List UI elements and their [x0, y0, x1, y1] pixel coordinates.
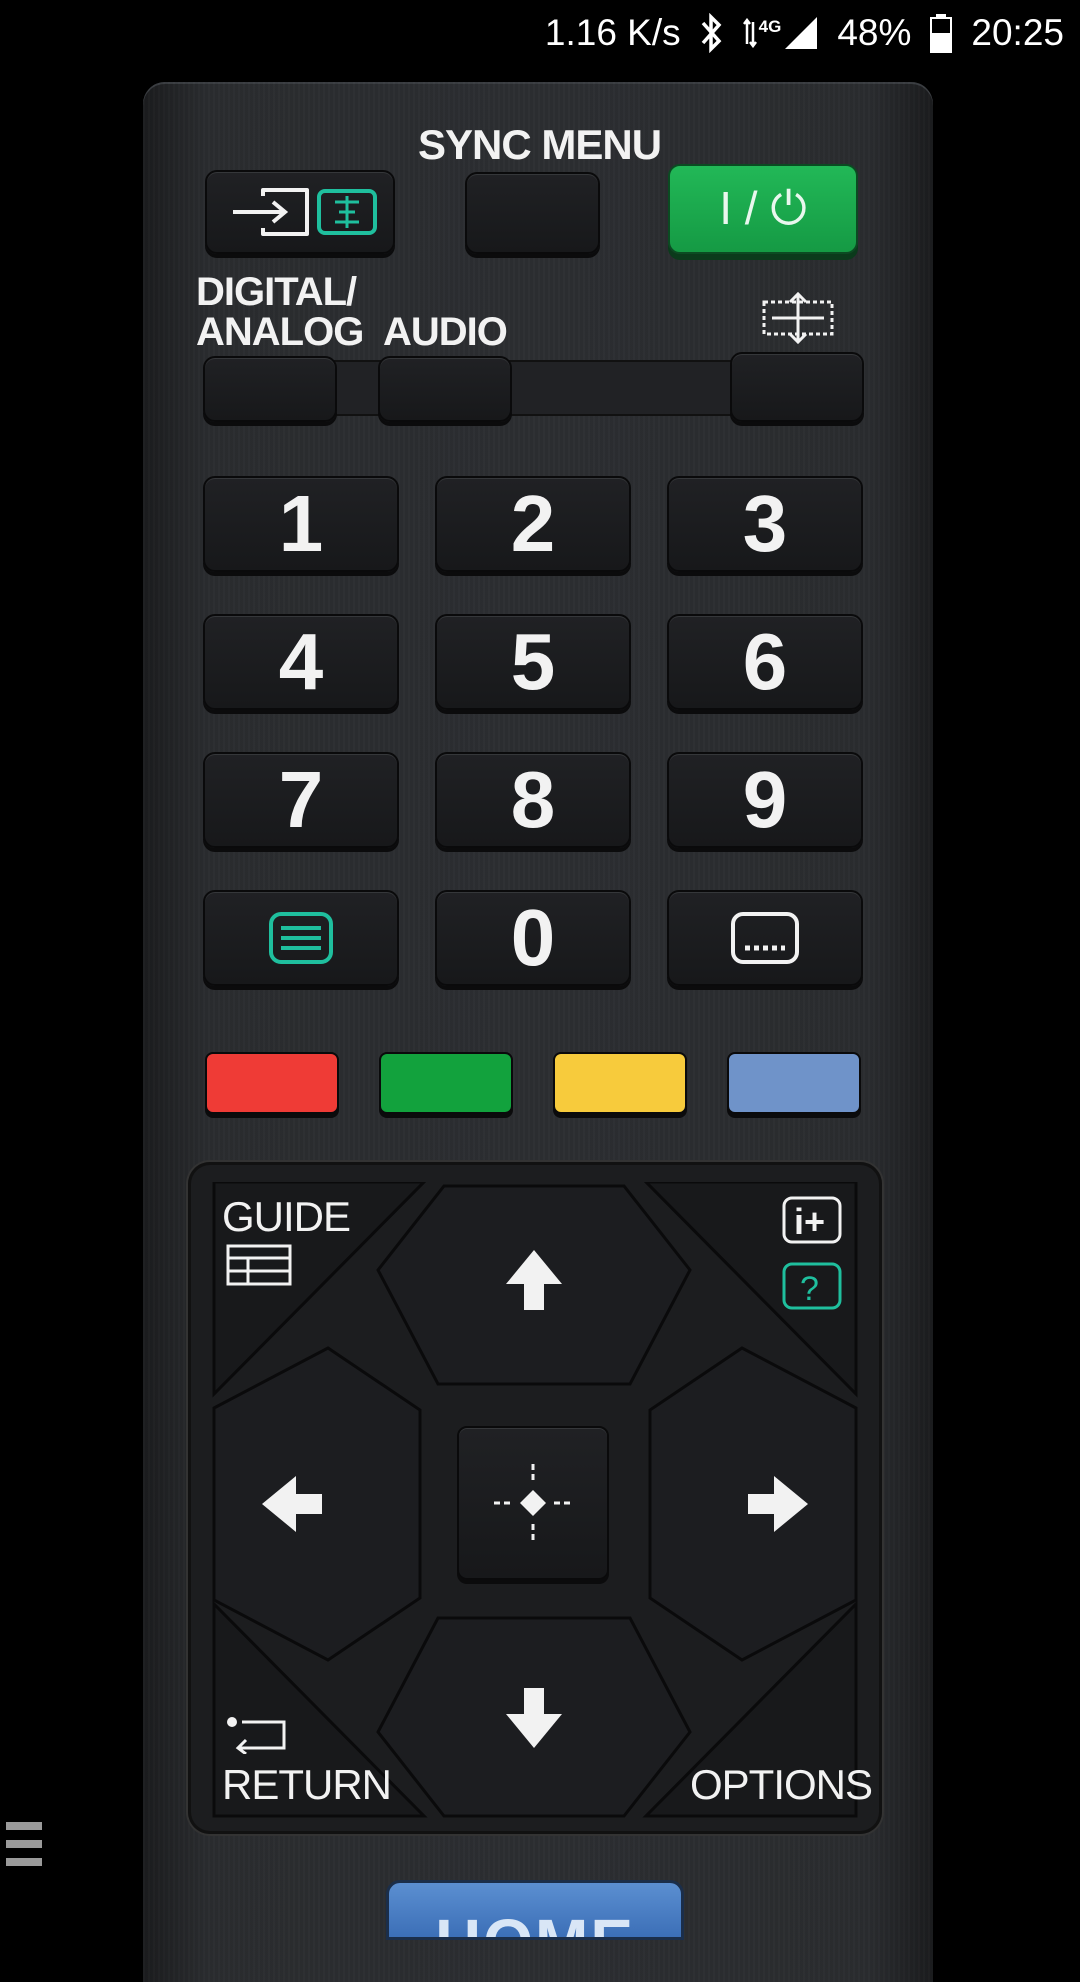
power-button[interactable]: I / ⏻: [668, 164, 858, 254]
sync-menu-button[interactable]: [465, 172, 600, 254]
svg-text:i+: i+: [794, 1201, 825, 1242]
return-label: RETURN: [222, 1761, 392, 1808]
teletext-icon: [269, 912, 333, 964]
green-button[interactable]: [379, 1052, 513, 1114]
yellow-button[interactable]: [553, 1052, 687, 1114]
signal-icon: 4G: [742, 15, 820, 51]
guide-icon: [226, 1244, 292, 1286]
subtitle-button[interactable]: [667, 890, 863, 986]
teletext-button[interactable]: [203, 890, 399, 986]
options-label: OPTIONS: [690, 1761, 873, 1808]
dpad-left-button[interactable]: [208, 1344, 428, 1664]
battery-percent: 48%: [837, 12, 912, 53]
audio-label: AUDIO: [383, 310, 508, 354]
clock: 20:25: [971, 12, 1064, 53]
dpad-center-button[interactable]: [457, 1426, 609, 1580]
bluetooth-icon: [699, 13, 725, 53]
number-button-9[interactable]: 9: [667, 752, 863, 848]
select-icon: [494, 1464, 572, 1542]
help-icon: ?: [782, 1262, 842, 1310]
status-bar: 1.16 K/s 4G 48% 20:25: [0, 0, 1080, 66]
blue-button[interactable]: [727, 1052, 861, 1114]
digital-analog-label-line2: ANALOG: [196, 310, 364, 354]
home-label: HOME: [435, 1905, 635, 1937]
side-menu-handle[interactable]: [6, 1822, 46, 1878]
wide-mode-button[interactable]: [730, 352, 864, 422]
number-button-7[interactable]: 7: [203, 752, 399, 848]
input-button[interactable]: [205, 170, 395, 254]
subtitle-icon: [731, 912, 799, 964]
number-button-8[interactable]: 8: [435, 752, 631, 848]
number-button-2[interactable]: 2: [435, 476, 631, 572]
power-label: I / ⏻: [719, 182, 807, 234]
number-button-0[interactable]: 0: [435, 890, 631, 986]
svg-text:?: ?: [800, 1270, 819, 1308]
dpad-right-button[interactable]: [642, 1344, 862, 1664]
network-type: 4G: [758, 17, 782, 36]
number-button-4[interactable]: 4: [203, 614, 399, 710]
number-button-6[interactable]: 6: [667, 614, 863, 710]
guide-label: GUIDE: [222, 1193, 351, 1240]
return-icon: [227, 1717, 286, 1754]
network-speed: 1.16 K/s: [544, 12, 681, 53]
number-button-5[interactable]: 5: [435, 614, 631, 710]
red-button[interactable]: [205, 1052, 339, 1114]
sync-menu-label: SYNC MENU: [418, 121, 662, 168]
home-button[interactable]: HOME: [386, 1880, 684, 1940]
digital-analog-label-line1: DIGITAL/: [196, 270, 357, 314]
battery-icon: [929, 13, 953, 53]
input-icon: [233, 188, 377, 236]
number-button-1[interactable]: 1: [203, 476, 399, 572]
wide-mode-icon: [758, 291, 838, 349]
digital-analog-button[interactable]: [203, 356, 337, 422]
number-button-3[interactable]: 3: [667, 476, 863, 572]
audio-button[interactable]: [378, 356, 512, 422]
info-icon: i+: [782, 1196, 842, 1244]
